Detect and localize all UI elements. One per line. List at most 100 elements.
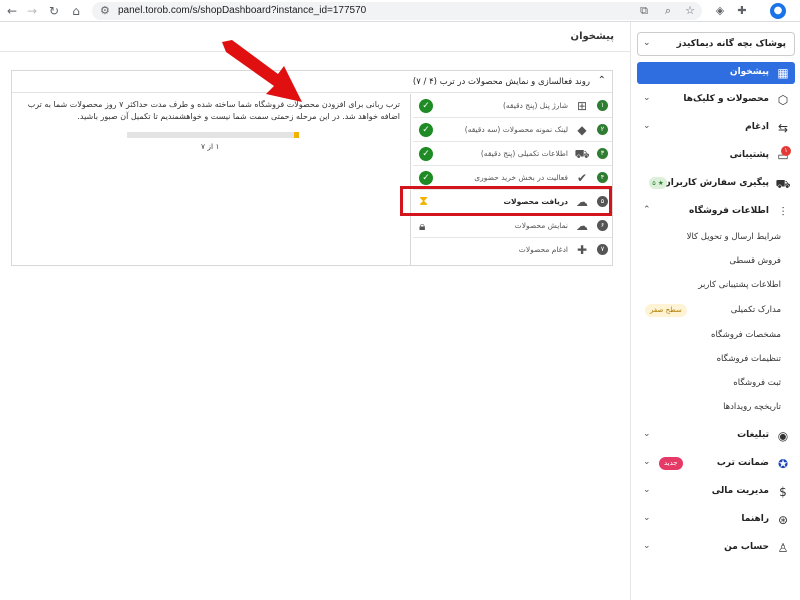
step-label: نمایش محصولات bbox=[514, 221, 568, 230]
rating-badge: ۵ ★ bbox=[649, 177, 667, 189]
page-header: پیشخوان bbox=[0, 22, 630, 52]
profile-icon[interactable]: ● bbox=[770, 3, 786, 19]
step-label: اطلاعات تکمیلی (پنج دقیقه) bbox=[480, 149, 568, 158]
sidebar-subitem-shop-register[interactable]: ثبت فروشگاه bbox=[637, 373, 795, 395]
sidebar-subitem-event-history[interactable]: تاریخچه رویدادها bbox=[637, 397, 795, 419]
shop-name: پوشاک بچه گانه دیماکیدز bbox=[676, 39, 786, 49]
help-icon: ⊛ bbox=[777, 513, 789, 527]
shop-select[interactable]: پوشاک بچه گانه دیماکیدز ⌄ bbox=[637, 32, 795, 56]
sidebar-subitem-label: تنظیمات فروشگاه bbox=[716, 354, 781, 364]
panel-header[interactable]: ⌃ روند فعالسازی و نمایش محصولات در ترب (… bbox=[12, 71, 612, 93]
sidebar-subitem-label: مدارک تکمیلی bbox=[730, 305, 781, 315]
step-item: ۶ ☁ نمایش محصولات 🔒︎ bbox=[413, 214, 612, 238]
browser-toolbar: ← → ↻ ⌂ ⚙ panel.torob.com/s/shopDashboar… bbox=[0, 0, 800, 22]
chat-icon: ▭ ۱ bbox=[775, 146, 791, 164]
sidebar-item-label: مدیریت مالی bbox=[711, 486, 769, 496]
tag-icon: ◆ bbox=[577, 123, 587, 137]
home-icon[interactable]: ⌂ bbox=[68, 3, 84, 19]
sidebar-item-ads[interactable]: ◉ تبلیغات ⌄ bbox=[637, 425, 795, 447]
sidebar-subitem-documents[interactable]: مدارک تکمیلی سطح صفر bbox=[637, 300, 795, 322]
sidebar-subitem-label: شرایط ارسال و تحویل کالا bbox=[686, 232, 781, 242]
check-circle-icon: ✓ bbox=[419, 123, 433, 137]
progress-fill bbox=[293, 132, 299, 138]
chevron-down-icon: ⌄ bbox=[643, 93, 651, 103]
cloud-eye-icon: ☁ bbox=[576, 219, 588, 233]
check-circle-icon: ✓ bbox=[419, 99, 433, 113]
sidebar-item-dashboard[interactable]: ▦ پیشخوان bbox=[637, 62, 795, 84]
chevron-up-icon[interactable]: ⌃ bbox=[598, 75, 606, 86]
chevron-down-icon: ⌄ bbox=[643, 429, 651, 439]
step-number: ۲ bbox=[597, 124, 608, 135]
sidebar-item-shop-info[interactable]: ⫶ اطلاعات فروشگاه ⌃ bbox=[637, 201, 795, 223]
step-label: فعالیت در بخش خرید حضوری bbox=[474, 173, 568, 182]
sidebar-item-label: ضمانت ترب bbox=[716, 458, 769, 468]
bookmark-star-icon[interactable]: ☆ bbox=[682, 3, 698, 19]
zoom-icon[interactable]: ⌕ bbox=[660, 3, 676, 19]
back-icon[interactable]: ← bbox=[4, 3, 20, 19]
box-icon: ⬡ bbox=[777, 93, 789, 107]
sidebar-item-finance[interactable]: $ مدیریت مالی ⌄ bbox=[637, 481, 795, 503]
sidebar-subitem-label: اطلاعات پشتیبانی کاربر bbox=[698, 280, 781, 290]
check-icon: ✔ bbox=[576, 171, 588, 185]
step-number: ۷ bbox=[597, 244, 608, 255]
step-list: ۱ ⊞ شارژ پنل (پنج دقیقه) ✓ ۲ ◆ لینک نمون… bbox=[413, 94, 612, 266]
sidebar-item-label: محصولات و کلیک‌ها bbox=[683, 94, 769, 104]
sidebar-subitem-label: مشخصات فروشگاه bbox=[710, 330, 781, 340]
plus-box-icon: ⊞ bbox=[576, 99, 588, 113]
merge-icon: ⇆ bbox=[777, 121, 789, 135]
sidebar-item-label: پیگیری سفارش کاربران bbox=[663, 178, 769, 188]
sidebar-item-order-tracking[interactable]: ⛟ پیگیری سفارش کاربران ۵ ★ bbox=[637, 173, 795, 195]
chevron-down-icon: ⌄ bbox=[643, 38, 651, 48]
new-badge: جدید bbox=[659, 457, 683, 470]
activation-panel: ⌃ روند فعالسازی و نمایش محصولات در ترب (… bbox=[11, 70, 613, 266]
reload-icon[interactable]: ↻ bbox=[46, 3, 62, 19]
step-number: ۴ bbox=[597, 172, 608, 183]
url-text: panel.torob.com/s/shopDashboard?instance… bbox=[118, 5, 367, 16]
sidebar-subitem-support-info[interactable]: اطلاعات پشتیبانی کاربر bbox=[637, 275, 795, 297]
arrow-annotation-icon bbox=[222, 40, 302, 102]
user-icon: ♙ bbox=[777, 541, 789, 555]
sidebar-item-merge[interactable]: ⇆ ادغام ⌄ bbox=[637, 117, 795, 139]
cart-icon: ⛟ bbox=[574, 147, 590, 161]
sidebar-subitem-installments[interactable]: فروش قسطی bbox=[637, 251, 795, 273]
chevron-up-icon: ⌃ bbox=[643, 205, 651, 215]
chevron-down-icon: ⌄ bbox=[643, 513, 651, 523]
install-icon[interactable]: ⧉ bbox=[636, 3, 652, 19]
step-detail: ترب ربانی برای افزودن محصولات فروشگاه شم… bbox=[13, 94, 411, 265]
step-item[interactable]: ۲ ◆ لینک نمونه محصولات (سه دقیقه) ✓ bbox=[413, 118, 612, 142]
sidebar-item-account[interactable]: ♙ حساب من ⌄ bbox=[637, 537, 795, 559]
sidebar-item-support[interactable]: ▭ ۱ پشتیبانی bbox=[637, 145, 795, 167]
step-label: شارژ پنل (پنج دقیقه) bbox=[502, 101, 568, 110]
check-circle-icon: ✓ bbox=[419, 147, 433, 161]
site-info-icon[interactable]: ⚙ bbox=[100, 4, 110, 17]
sidebar-item-label: ادغام bbox=[745, 122, 769, 132]
panel-title: روند فعالسازی و نمایش محصولات در ترب (۴ … bbox=[412, 77, 590, 87]
forward-icon[interactable]: → bbox=[24, 3, 40, 19]
step-label: لینک نمونه محصولات (سه دقیقه) bbox=[464, 125, 568, 134]
sidebar-item-torob-guarantee[interactable]: ✪ ضمانت ترب جدید ⌄ bbox=[637, 453, 795, 475]
address-bar[interactable]: ⚙ panel.torob.com/s/shopDashboard?instan… bbox=[92, 2, 702, 20]
sidebar-item-label: پشتیبانی bbox=[729, 150, 769, 160]
puzzle-icon[interactable]: ✚ bbox=[734, 3, 750, 19]
sidebar-item-help[interactable]: ⊛ راهنما ⌄ bbox=[637, 509, 795, 531]
sidebar-item-products[interactable]: ⬡ محصولات و کلیک‌ها ⌄ bbox=[637, 89, 795, 111]
notification-badge: ۱ bbox=[781, 146, 791, 156]
step-item: ۷ ✚ ادغام محصولات bbox=[413, 238, 612, 262]
step-number: ۱ bbox=[597, 100, 608, 111]
truck-icon: ⛟ bbox=[775, 177, 791, 191]
shield-extension-icon[interactable]: ◈ bbox=[712, 3, 728, 19]
sidebar: پوشاک بچه گانه دیماکیدز ⌄ ▦ پیشخوان ⬡ مح… bbox=[630, 22, 800, 600]
step-item[interactable]: ۱ ⊞ شارژ پنل (پنج دقیقه) ✓ bbox=[413, 94, 612, 118]
shield-icon: ✪ bbox=[777, 457, 789, 471]
check-circle-icon: ✓ bbox=[419, 171, 433, 185]
step-number: ۳ bbox=[597, 148, 608, 159]
sidebar-item-label: پیشخوان bbox=[729, 67, 769, 77]
step-item[interactable]: ۳ ⛟ اطلاعات تکمیلی (پنج دقیقه) ✓ bbox=[413, 142, 612, 166]
dashboard-icon: ▦ bbox=[777, 66, 789, 80]
sidebar-subitem-shipping[interactable]: شرایط ارسال و تحویل کالا bbox=[637, 227, 795, 249]
sidebar-subitem-shop-specs[interactable]: مشخصات فروشگاه bbox=[637, 325, 795, 347]
level-badge: سطح صفر bbox=[645, 304, 687, 317]
sidebar-subitem-shop-settings[interactable]: تنظیمات فروشگاه bbox=[637, 349, 795, 371]
dollar-icon: $ bbox=[779, 485, 787, 499]
sidebar-item-label: حساب من bbox=[724, 542, 769, 552]
